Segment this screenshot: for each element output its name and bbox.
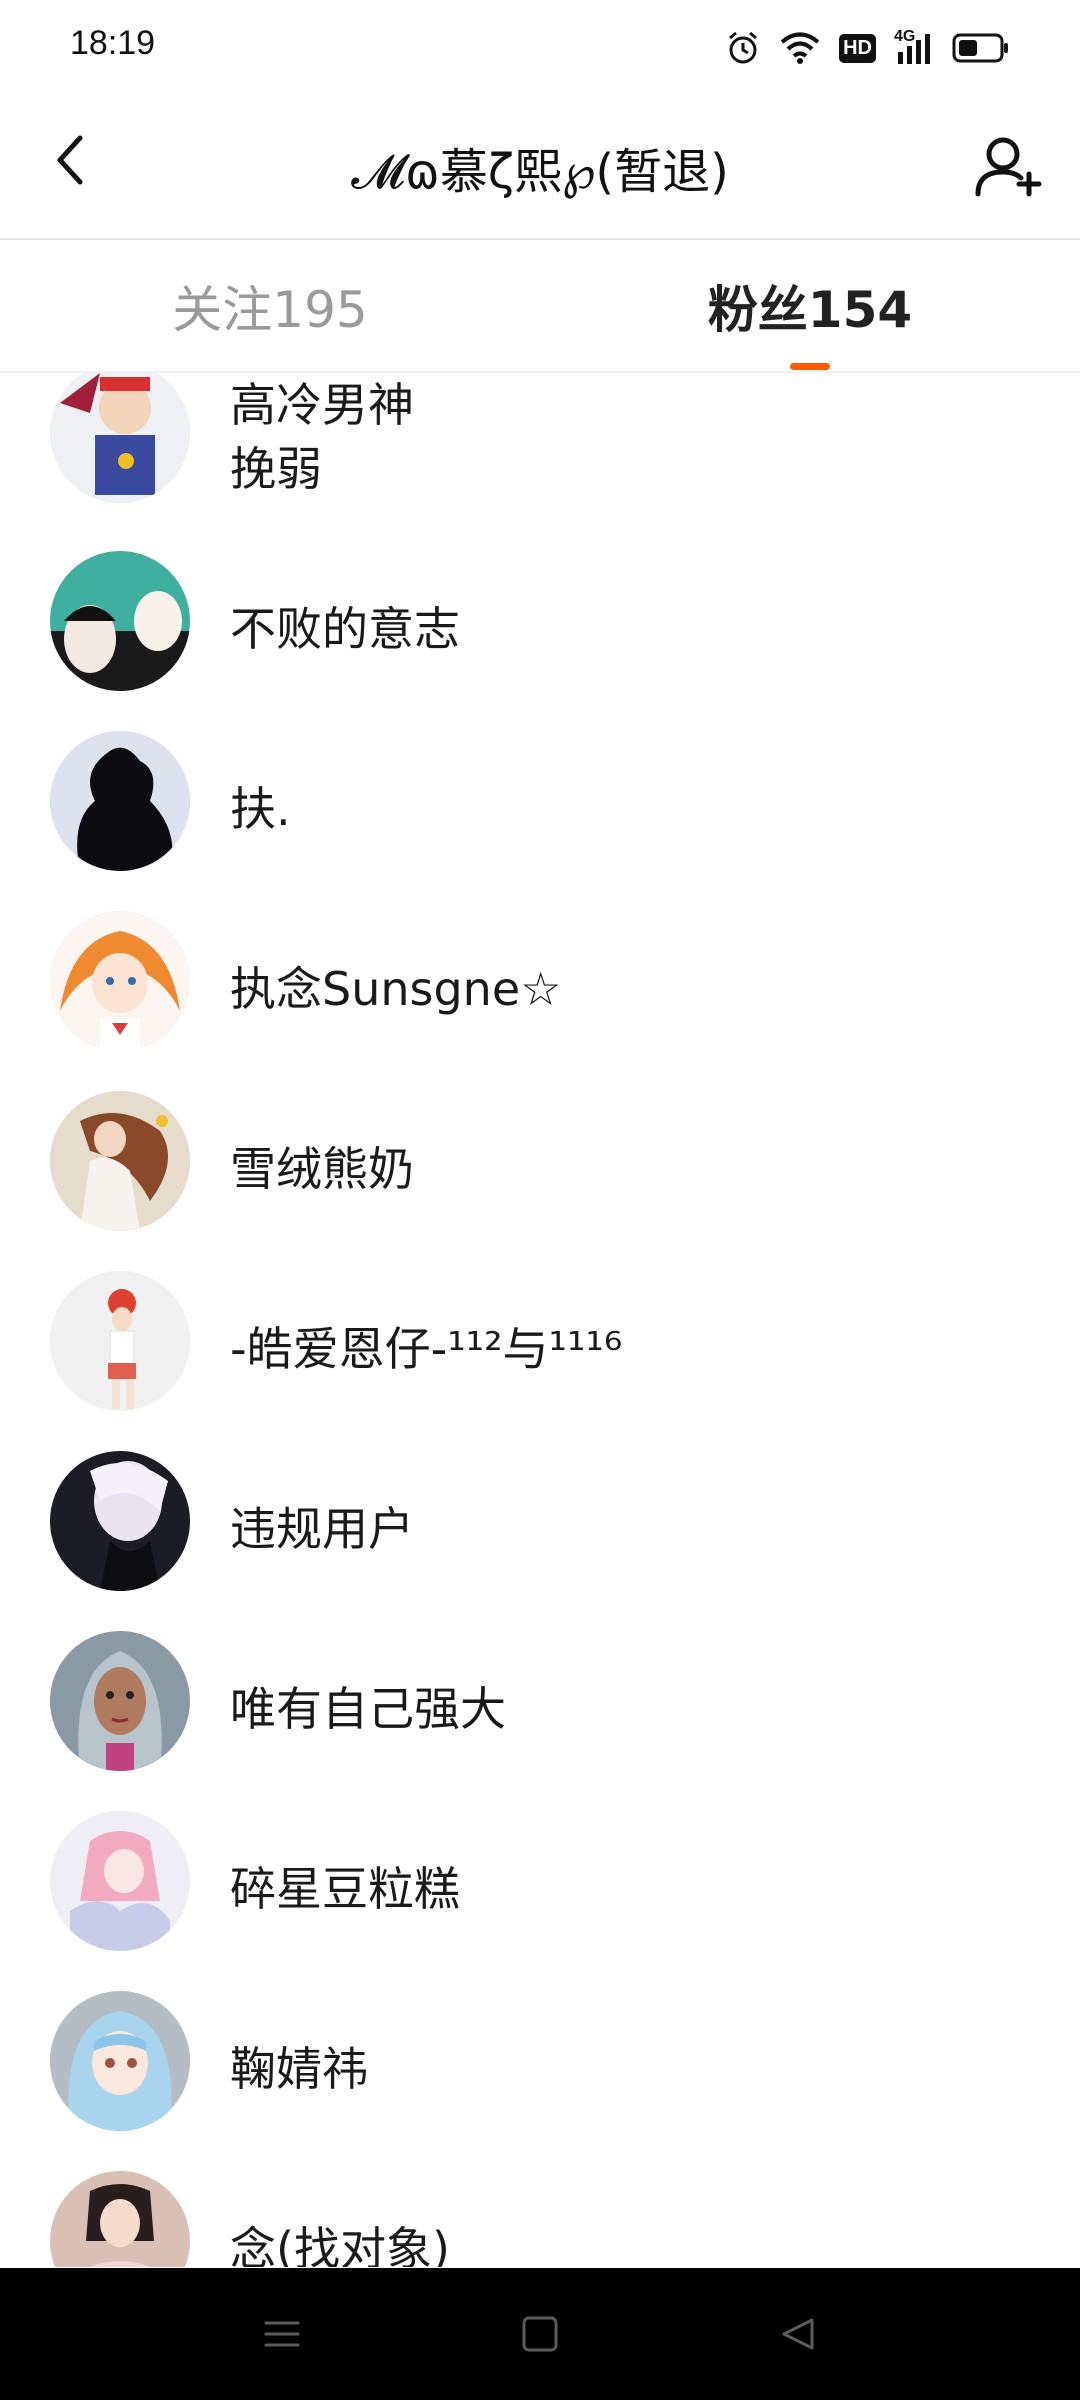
status-icons: HD 4G [725,26,1010,70]
list-item[interactable]: 不败的意志 [0,551,1080,731]
back-triangle-icon [782,2318,814,2350]
list-item[interactable]: 碎星豆粒糕 [0,1811,1080,1991]
list-item[interactable]: 高冷男神 挽弱 [0,373,1080,553]
system-nav-bar [0,2268,1080,2400]
status-bar: 18:19 HD 4G [0,0,1080,96]
follower-name: 念(找对象) [230,2222,450,2267]
follower-name: -皓爱恩仔-¹¹²与¹¹¹⁶ [230,1322,623,1376]
followers-list: 高冷男神 挽弱 不败的意志 扶. 执念Sunsgne☆ 雪绒熊奶 -皓爱恩仔-¹… [0,373,1080,2267]
follower-name: 碎星豆粒糕 [230,1862,460,1916]
avatar [50,1991,190,2131]
home-button[interactable] [510,2304,570,2364]
avatar [50,911,190,1051]
follower-name: 扶. [230,782,291,836]
avatar [50,731,190,871]
active-tab-indicator [790,363,830,370]
hd-icon: HD [839,33,876,63]
avatar [50,373,190,503]
add-user-button[interactable] [970,132,1046,202]
tab-following[interactable]: 关注195 [0,240,540,372]
list-item[interactable]: 雪绒熊奶 [0,1091,1080,1271]
avatar [50,1271,190,1411]
page-title: 𝓜ɷ慕ζ熙℘(暂退) [351,144,729,200]
menu-icon [264,2321,300,2347]
follower-name: 高冷男神 挽弱 [230,378,414,496]
avatar [50,1451,190,1591]
avatar [50,1631,190,1771]
list-item[interactable]: 扶. [0,731,1080,911]
list-item[interactable]: 唯有自己强大 [0,1631,1080,1811]
back-nav-button[interactable] [768,2304,828,2364]
add-user-icon [975,137,1042,197]
tab-followers[interactable]: 粉丝154 [540,240,1080,372]
back-button[interactable] [40,130,100,190]
list-item[interactable]: 念(找对象) [0,2171,1080,2267]
follower-name: 执念Sunsgne☆ [230,962,562,1016]
avatar [50,1811,190,1951]
avatar [50,551,190,691]
title-bar: 𝓜ɷ慕ζ熙℘(暂退) [0,96,1080,238]
battery-icon [952,32,1010,64]
avatar [50,1091,190,1231]
follower-name: 唯有自己强大 [230,1682,506,1736]
list-item[interactable]: 鞠婧祎 [0,1991,1080,2171]
list-item[interactable]: -皓爱恩仔-¹¹²与¹¹¹⁶ [0,1271,1080,1451]
alarm-icon [725,30,761,66]
follower-name: 鞠婧祎 [230,2042,368,2096]
signal-4g-icon: 4G [894,28,934,66]
wifi-icon [779,31,821,65]
avatar [50,2171,190,2267]
status-time: 18:19 [70,24,156,62]
followers-screen: 18:19 HD 4G 𝓜ɷ慕ζ熙℘(暂退) 关注195 粉丝154 高冷男神 … [0,0,1080,2400]
follower-name: 雪绒熊奶 [230,1142,414,1196]
chevron-left-icon [57,135,83,185]
home-square-icon [522,2316,558,2352]
list-item[interactable]: 执念Sunsgne☆ [0,911,1080,1091]
follower-name: 违规用户 [230,1502,414,1556]
list-item[interactable]: 违规用户 [0,1451,1080,1631]
follower-name: 不败的意志 [230,602,460,656]
tabs: 关注195 粉丝154 [0,240,1080,372]
menu-button[interactable] [252,2304,312,2364]
